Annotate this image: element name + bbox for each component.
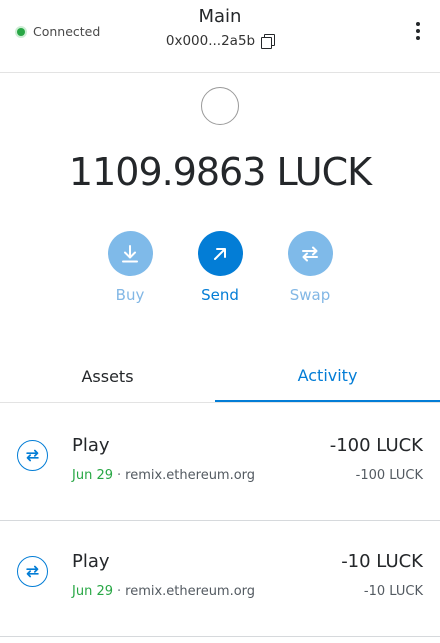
transaction-amount: -100 LUCK [329, 435, 423, 456]
send-label: Send [201, 286, 239, 304]
transaction-list-item[interactable]: Play Jun 29 · remix.ethereum.org -10 LUCK … [0, 520, 440, 637]
account-address-button[interactable]: 0x000...2a5b [165, 33, 276, 49]
connection-status-label: Connected [33, 24, 101, 39]
separator: · [117, 468, 122, 483]
send-icon-circle [197, 231, 243, 276]
tab-activity[interactable]: Activity [215, 350, 440, 402]
transaction-origin: remix.ethereum.org [125, 468, 256, 483]
account-name: Main [198, 6, 242, 27]
transaction-date: Jun 29 [72, 468, 113, 483]
transaction-subtitle: Jun 29 · remix.ethereum.org [72, 584, 255, 599]
transaction-secondary-amount: -100 LUCK [355, 468, 423, 483]
tab-bar: Assets Activity [0, 350, 440, 403]
balance-symbol: LUCK [276, 150, 373, 194]
separator: · [117, 584, 122, 599]
swap-icon [302, 246, 318, 261]
token-avatar [201, 87, 239, 125]
swap-button[interactable]: Swap [280, 231, 340, 304]
app-header: Connected Main 0x000...2a5b [0, 0, 440, 73]
buy-button[interactable]: Buy [100, 231, 160, 304]
buy-label: Buy [115, 286, 145, 304]
swap-icon [17, 556, 48, 587]
account-options-menu-icon[interactable] [410, 22, 426, 44]
connection-status[interactable]: Connected [17, 24, 100, 39]
transaction-title: Play [72, 551, 110, 572]
transaction-title: Play [72, 435, 110, 456]
buy-icon-circle [107, 231, 153, 276]
balance-amount: 1109.9863 [68, 150, 266, 194]
account-info: Main 0x000...2a5b [120, 6, 320, 49]
transaction-date: Jun 29 [72, 584, 113, 599]
download-icon [122, 244, 138, 262]
swap-label: Swap [289, 286, 331, 304]
transaction-amount: -10 LUCK [341, 551, 423, 572]
balance-display: 1109.9863 LUCK [0, 150, 440, 194]
transaction-secondary-amount: -10 LUCK [363, 584, 423, 599]
connected-status-icon [17, 27, 25, 36]
arrow-up-right-icon [214, 247, 226, 260]
swap-icon-circle [287, 231, 333, 276]
swap-icon [17, 440, 48, 471]
account-address: 0x000...2a5b [165, 33, 256, 49]
tab-assets[interactable]: Assets [0, 350, 220, 402]
transaction-subtitle: Jun 29 · remix.ethereum.org [72, 468, 255, 483]
transaction-list-item[interactable]: Play Jun 29 · remix.ethereum.org -100 LUCK… [0, 404, 440, 521]
copy-icon[interactable] [261, 34, 276, 49]
send-button[interactable]: Send [190, 231, 250, 304]
transaction-origin: remix.ethereum.org [125, 584, 256, 599]
